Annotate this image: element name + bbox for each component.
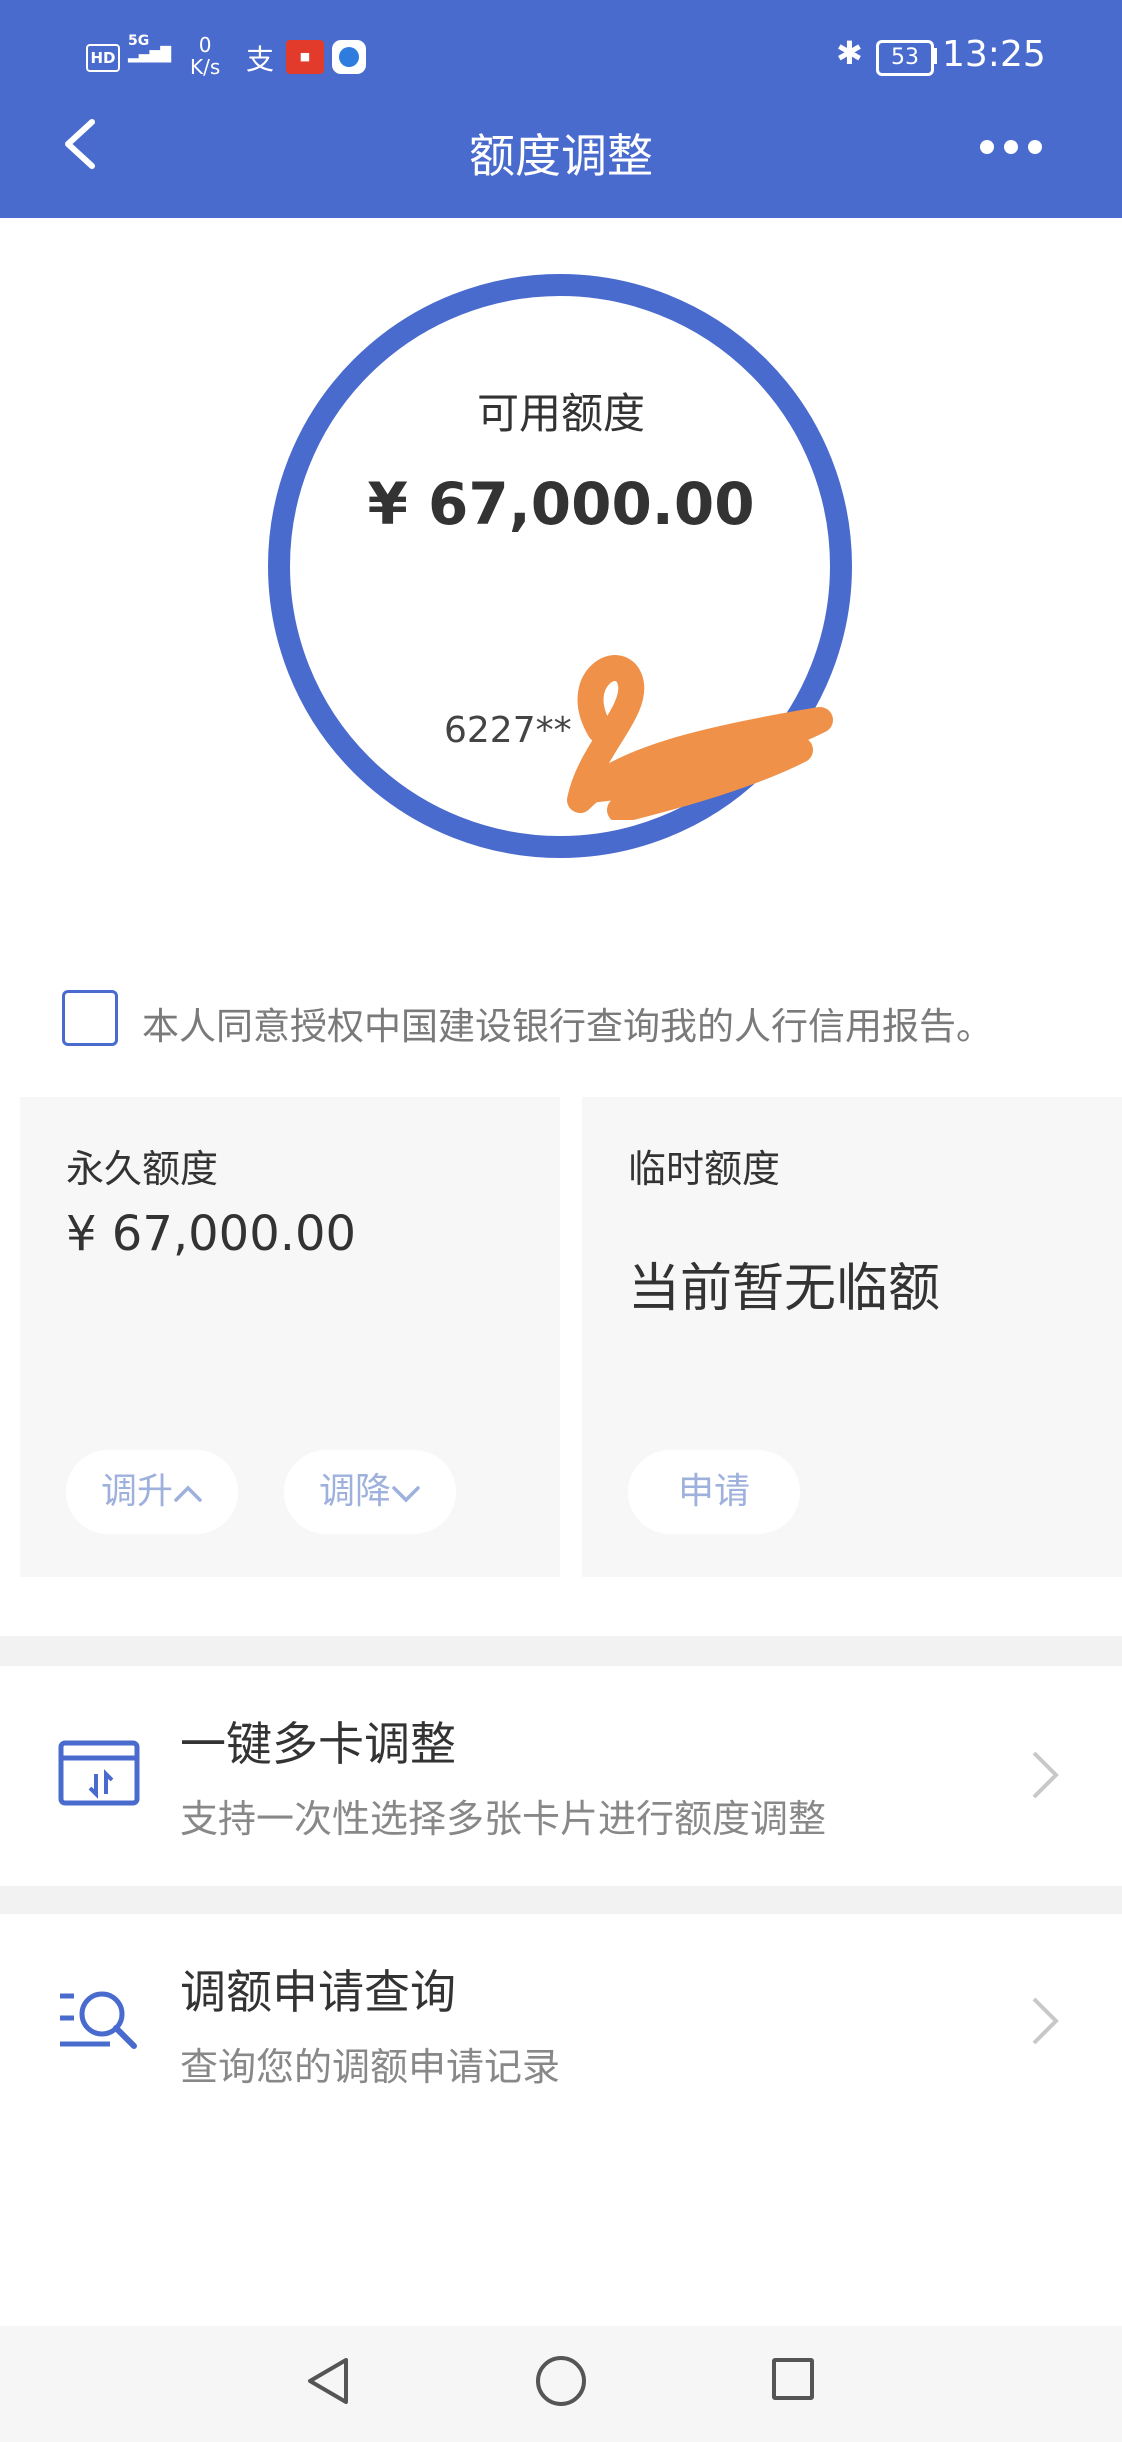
battery-cap [932, 48, 937, 64]
section-divider [0, 1636, 1122, 1666]
permanent-limit-amount: ¥ 67,000.00 [66, 1206, 357, 1262]
available-limit-amount: ¥ 67,000.00 [367, 470, 755, 538]
multi-card-adjust-subtitle: 支持一次性选择多张卡片进行额度调整 [180, 1797, 827, 1841]
chevron-up-icon [174, 1485, 202, 1502]
clock: 13:25 [942, 34, 1046, 75]
permanent-limit-label: 永久额度 [66, 1147, 219, 1191]
network-unit: K/s [190, 55, 221, 79]
lower-label: 调降 [318, 1471, 391, 1512]
card-number: 6227** [444, 710, 572, 751]
nav-back-icon[interactable] [306, 2356, 350, 2406]
browser-notification-icon [332, 40, 366, 74]
app-notification-icon: ■ [286, 40, 324, 74]
multi-card-adjust-title[interactable]: 一键多卡调整 [180, 1708, 456, 1774]
chevron-right-icon[interactable] [1030, 1996, 1060, 2046]
temporary-limit-label: 临时额度 [628, 1147, 781, 1191]
redaction-scribble [567, 655, 833, 820]
hd-indicator: HD [86, 44, 120, 72]
apply-temp-limit-button[interactable]: 申请 [628, 1450, 800, 1534]
chevron-down-icon [392, 1486, 420, 1503]
more-dots-icon[interactable] [980, 140, 1042, 154]
temporary-limit-status: 当前暂无临额 [628, 1259, 941, 1319]
signal-icon: 5G ▂▄▆█ [128, 33, 172, 63]
chevron-right-icon[interactable] [1030, 1750, 1060, 1800]
alipay-icon: 支 [246, 43, 275, 76]
bluetooth-icon: ✱ [836, 34, 863, 72]
search-list-icon [60, 1991, 137, 2049]
network-speed: 0 K/s [190, 34, 220, 78]
consent-text: 本人同意授权中国建设银行查询我的人行信用报告。 [142, 1005, 993, 1048]
card-adjust-icon [58, 1740, 140, 1806]
consent-checkbox[interactable] [62, 990, 118, 1046]
battery-icon: 53 [876, 40, 934, 76]
page-title: 额度调整 [469, 129, 653, 183]
nav-home-icon[interactable] [536, 2356, 586, 2406]
section-divider [0, 1886, 1122, 1914]
adjust-query-subtitle: 查询您的调额申请记录 [180, 2045, 561, 2089]
raise-limit-button[interactable]: 调升 [66, 1450, 238, 1534]
lower-limit-button[interactable]: 调降 [284, 1450, 456, 1534]
adjust-query-title[interactable]: 调额申请查询 [180, 1956, 456, 2022]
network-rate: 0 [198, 33, 212, 57]
raise-label: 调升 [100, 1471, 173, 1512]
available-limit-label: 可用额度 [476, 389, 645, 438]
nav-recent-icon[interactable] [772, 2358, 814, 2400]
